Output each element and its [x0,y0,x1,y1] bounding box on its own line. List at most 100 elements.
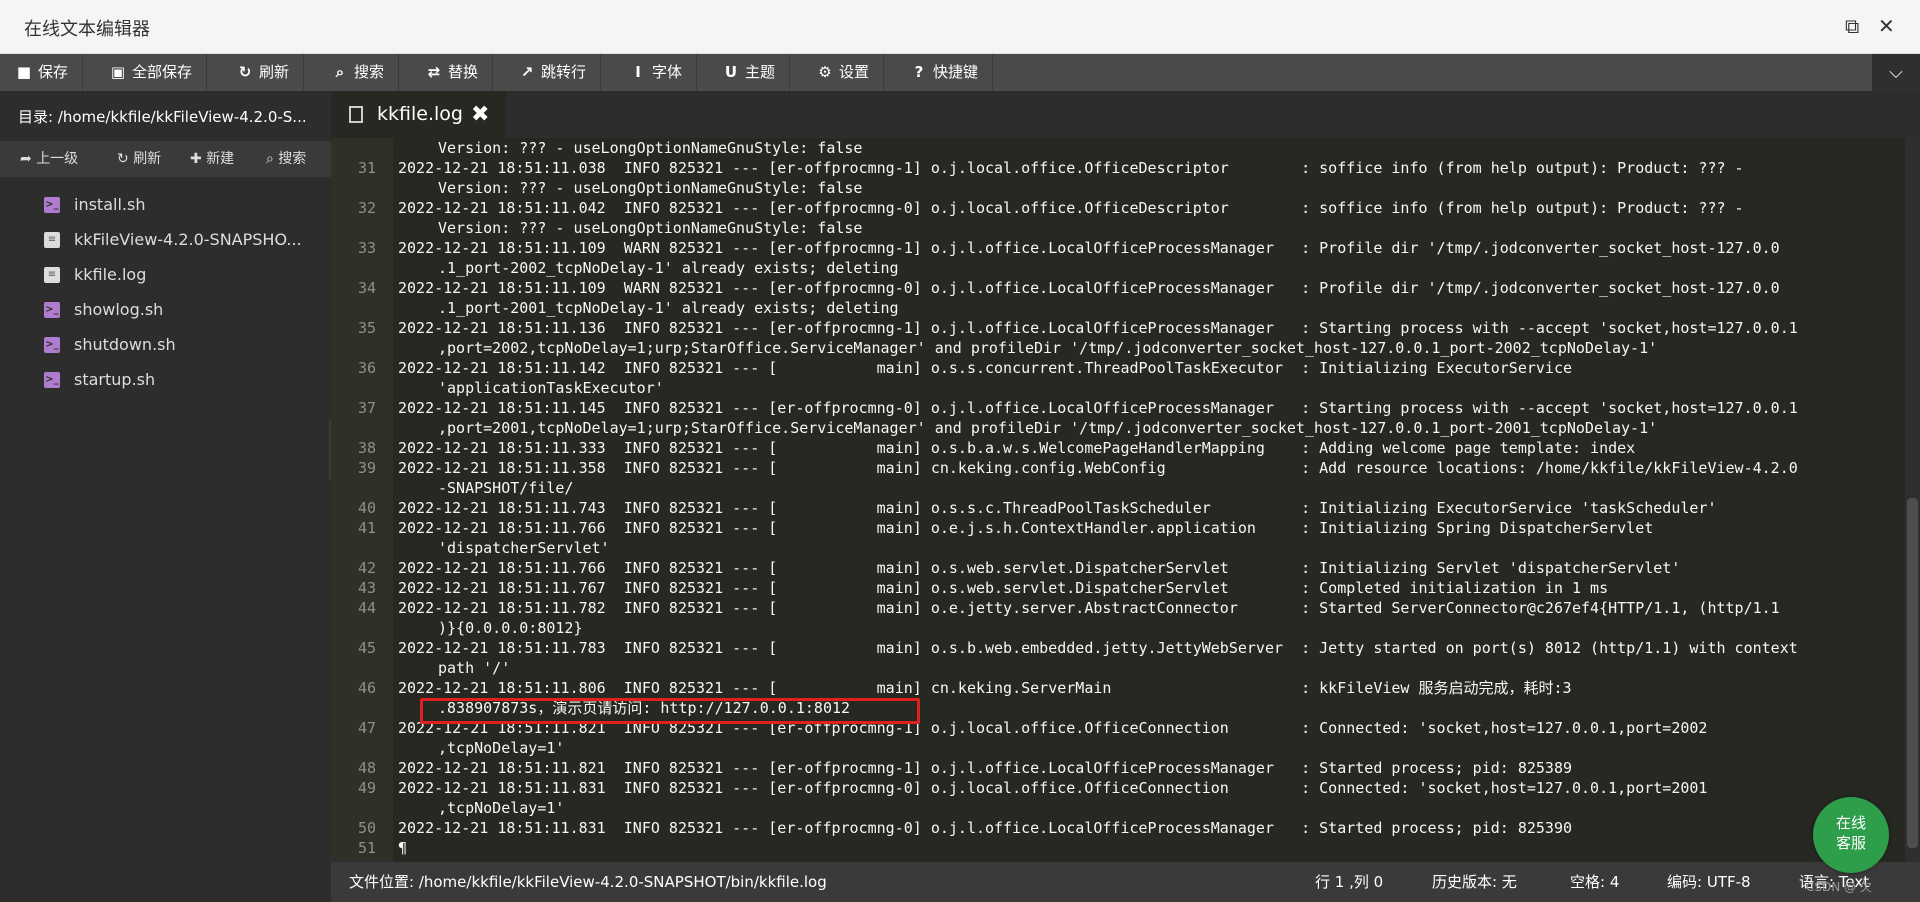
line-number: 42 [357,559,376,577]
arrow-up-icon: ➦ [20,151,37,167]
line-text: .838907873s，演示页请访问: http://127.0.0.1:801… [438,699,851,717]
encoding[interactable]: 编码: UTF-8 [1667,862,1751,902]
refresh-icon: ↻ [117,151,134,167]
shortcuts-button[interactable]: ? 快捷键 [895,54,994,91]
editor-line: 38 2022-12-21 18:51:11.333 INFO 825321 --… [331,438,1905,458]
line-text: 2022-12-21 18:51:11.136 INFO 825321 --- … [398,319,1798,337]
goto-line-button[interactable]: ↗ 跳转行 [503,54,602,91]
save-icon: ■ [16,63,32,81]
editor-line: -SNAPSHOT/file/ [331,478,1905,498]
line-text: ,port=2001,tcpNoDelay=1;urp;StarOffice.S… [438,419,1658,437]
file-item-startup-sh[interactable]: >_ startup.sh [0,362,331,397]
line-number: 47 [357,719,376,737]
document-icon: ≡ [44,267,60,283]
file-item-showlog-sh[interactable]: >_ showlog.sh [0,292,331,327]
editor-scrollbar[interactable] [1905,138,1920,862]
goto-line-icon: ↗ [520,63,534,81]
line-text: 2022-12-21 18:51:11.821 INFO 825321 --- … [398,719,1708,737]
editor-line: 47 2022-12-21 18:51:11.821 INFO 825321 --… [331,718,1905,738]
line-text: 2022-12-21 18:51:11.806 INFO 825321 --- … [398,679,1572,697]
line-number: 49 [357,779,376,797]
line-text: Version: ??? - useLongOptionNameGnuStyle… [438,179,863,197]
save-button[interactable]: ■ 保存 [0,54,84,91]
shell-file-icon: >_ [44,372,60,388]
line-text: 2022-12-21 18:51:11.831 INFO 825321 --- … [398,779,1708,797]
replace-button[interactable]: ⇄ 替换 [410,54,494,91]
file-sidebar: 目录: /home/kkfile/kkFileView-4.2.0-S... ➦… [0,91,331,902]
indent-setting[interactable]: 空格: 4 [1570,862,1619,902]
code-editor[interactable]: Version: ??? - useLongOptionNameGnuStyle… [331,138,1905,862]
line-text: Version: ??? - useLongOptionNameGnuStyle… [438,139,863,157]
editor-line: 49 2022-12-21 18:51:11.831 INFO 825321 --… [331,778,1905,798]
line-number: 36 [357,359,376,377]
sidebar-search-button[interactable]: ⌕ 搜索 [266,141,306,177]
line-text: 2022-12-21 18:51:11.831 INFO 825321 --- … [398,819,1572,837]
editor-line: 32 2022-12-21 18:51:11.042 INFO 825321 --… [331,198,1905,218]
line-number: 31 [357,159,376,177]
editor-line: 31 2022-12-21 18:51:11.038 INFO 825321 --… [331,158,1905,178]
gear-icon: ⚙ [818,63,832,81]
editor-line: Version: ??? - useLongOptionNameGnuStyle… [331,178,1905,198]
editor-line: 42 2022-12-21 18:51:11.766 INFO 825321 --… [331,558,1905,578]
line-number: 37 [357,399,376,417]
file-item-kkfileview-jar[interactable]: ≡ kkFileView-4.2.0-SNAPSHO... [0,222,331,257]
search-icon: ⌕ [266,151,279,167]
file-location: 文件位置: /home/kkfile/kkFileView-4.2.0-SNAP… [349,873,827,891]
editor-line: 34 2022-12-21 18:51:11.109 WARN 825321 --… [331,278,1905,298]
theme-button[interactable]: U 主题 [707,54,791,91]
line-text: 2022-12-21 18:51:11.042 INFO 825321 --- … [398,199,1744,217]
document-icon: ≡ [44,232,60,248]
online-support-button[interactable]: 在线 客服 [1813,797,1889,873]
new-file-button[interactable]: ✚ 新建 [190,141,234,177]
save-all-button[interactable]: ▣ 全部保存 [94,54,208,91]
line-text: ,tcpNoDelay=1' [438,799,565,817]
close-icon[interactable]: ✕ [1878,14,1895,38]
line-text: 2022-12-21 18:51:11.358 INFO 825321 --- … [398,459,1798,477]
editor-line: 50 2022-12-21 18:51:11.831 INFO 825321 --… [331,818,1905,838]
sidebar-actions: ➦ 上一级 ↻ 刷新 ✚ 新建 ⌕ 搜索 [0,141,331,177]
sidebar-refresh-button[interactable]: ↻ 刷新 [117,141,161,177]
tab-close-icon[interactable]: ✖ [471,91,489,138]
editor-line: 33 2022-12-21 18:51:11.109 WARN 825321 --… [331,238,1905,258]
file-list: >_ install.sh ≡ kkFileView-4.2.0-SNAPSHO..… [0,187,331,397]
line-text: 2022-12-21 18:51:11.145 INFO 825321 --- … [398,399,1798,417]
editor-line: 44 2022-12-21 18:51:11.782 INFO 825321 --… [331,598,1905,618]
line-number: 41 [357,519,376,537]
line-number: 40 [357,499,376,517]
line-number: 45 [357,639,376,657]
font-button[interactable]: I 字体 [614,54,698,91]
collapse-toolbar-button[interactable]: ⌵ [1872,54,1920,91]
watermark: CSDN @ 欠 [1806,880,1872,894]
line-number: 39 [357,459,376,477]
replace-icon: ⇄ [427,63,441,81]
editor-line: 37 2022-12-21 18:51:11.145 INFO 825321 --… [331,398,1905,418]
editor-line: 'dispatcherServlet' [331,538,1905,558]
font-icon: I [635,63,641,81]
file-item-kkfile-log[interactable]: ≡ kkfile.log [0,257,331,292]
tab-kkfile-log[interactable]: kkfile.log ✖ [331,91,506,138]
parent-dir-button[interactable]: ➦ 上一级 [20,141,78,177]
line-text: 2022-12-21 18:51:11.783 INFO 825321 --- … [398,639,1798,657]
plus-icon: ✚ [190,151,207,167]
line-text: 2022-12-21 18:51:11.821 INFO 825321 --- … [398,759,1572,777]
line-number: 34 [357,279,376,297]
cursor-position[interactable]: 行 1 ,列 0 [1315,862,1383,902]
editor-line: 51 ¶ [331,838,1905,858]
history-version[interactable]: 历史版本: 无 [1432,862,1517,902]
scrollbar-thumb[interactable] [1907,498,1918,848]
editor-line: 43 2022-12-21 18:51:11.767 INFO 825321 --… [331,578,1905,598]
search-button[interactable]: ⌕ 搜索 [316,54,400,91]
editor-line: Version: ??? - useLongOptionNameGnuStyle… [331,138,1905,158]
maximize-icon[interactable]: ⧉ [1845,14,1859,38]
editor-line: 35 2022-12-21 18:51:11.136 INFO 825321 --… [331,318,1905,338]
editor-line: 46 2022-12-21 18:51:11.806 INFO 825321 --… [331,678,1905,698]
refresh-icon: ↻ [238,63,252,81]
refresh-button[interactable]: ↻ 刷新 [221,54,305,91]
line-text: path '/' [438,659,511,677]
line-text: Version: ??? - useLongOptionNameGnuStyle… [438,219,863,237]
line-number: 44 [357,599,376,617]
settings-button[interactable]: ⚙ 设置 [801,54,885,91]
file-item-shutdown-sh[interactable]: >_ shutdown.sh [0,327,331,362]
line-text: 2022-12-21 18:51:11.333 INFO 825321 --- … [398,439,1636,457]
file-item-install-sh[interactable]: >_ install.sh [0,187,331,222]
